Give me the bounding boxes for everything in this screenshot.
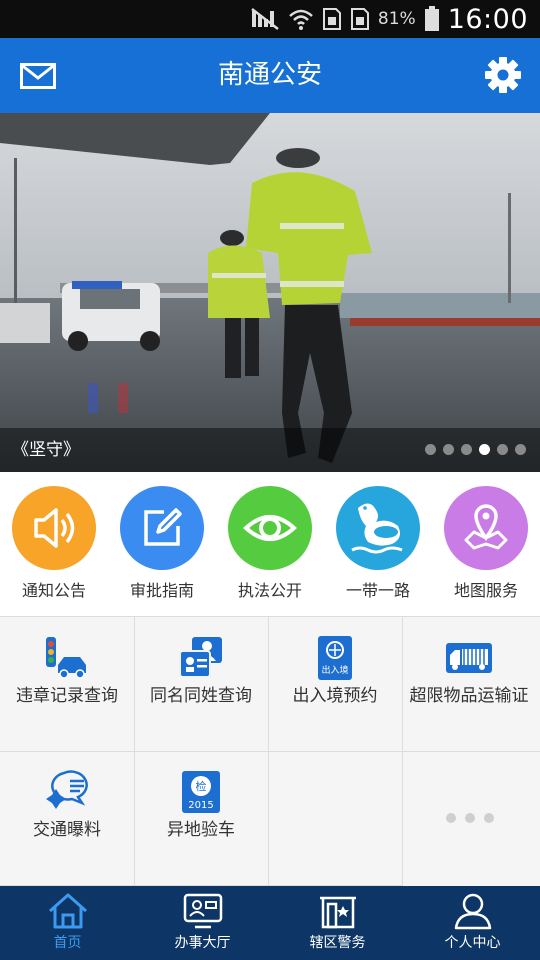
service-label: 异地验车 xyxy=(167,820,235,840)
passport-icon: 出入境 xyxy=(318,636,352,680)
status-icons: 81% 16:00 xyxy=(250,0,528,38)
quick-service-approval-guide[interactable]: 审批指南 xyxy=(108,472,216,616)
sim-card-icon xyxy=(322,8,341,30)
quick-services: 通知公告 审批指南 执法公开 一带一路 地图服务 xyxy=(0,472,540,616)
tab-label: 办事大厅 xyxy=(174,935,231,951)
service-remote-vehicle-inspection[interactable]: 检 2015 异地验车 xyxy=(134,751,269,886)
banner-caption: 《坚守》 xyxy=(12,440,80,460)
wifi-icon xyxy=(289,9,313,30)
service-same-name-query[interactable]: 同名同姓查询 xyxy=(134,617,269,752)
clock: 16:00 xyxy=(447,3,528,35)
gear-icon[interactable] xyxy=(484,56,522,94)
traffic-car-icon xyxy=(46,637,86,679)
status-bar: 81% 16:00 xyxy=(0,0,540,38)
service-oversize-transport-permit[interactable]: 超限物品运输证 xyxy=(402,617,540,752)
carousel-dot[interactable] xyxy=(497,444,508,455)
quick-service-icon-bg xyxy=(12,486,96,570)
inspection-badge-text: 检 xyxy=(196,779,207,793)
edit-icon xyxy=(144,508,182,546)
truck-icon xyxy=(446,643,492,673)
quick-service-label: 执法公开 xyxy=(237,581,302,600)
inspection-year-text: 2015 xyxy=(188,800,213,811)
banner-photo xyxy=(0,113,540,472)
quick-service-enforcement-disclosure[interactable]: 执法公开 xyxy=(216,472,324,616)
quick-service-icon-bg xyxy=(336,486,420,570)
eye-icon xyxy=(243,515,297,541)
passport-badge-text: 出入境 xyxy=(321,664,348,676)
map-pin-icon xyxy=(464,504,508,550)
banner-carousel[interactable] xyxy=(0,113,540,472)
bottom-tab-bar: 首页 办事大厅 辖区警务 个人中心 xyxy=(0,886,540,960)
battery-icon xyxy=(424,6,439,31)
more-dots-icon[interactable] xyxy=(446,813,494,823)
badge-chat-icon xyxy=(46,770,88,809)
tab-label: 个人中心 xyxy=(444,935,501,951)
service-exit-entry-appointment[interactable]: 出入境 出入境预约 xyxy=(268,617,403,752)
sim-card-icon xyxy=(350,8,369,30)
home-icon xyxy=(49,893,87,929)
service-label: 交通曝料 xyxy=(33,820,101,840)
inspection-2015-icon: 检 2015 xyxy=(182,771,220,813)
battery-percentage: 81% xyxy=(377,9,416,29)
service-label: 超限物品运输证 xyxy=(409,686,529,706)
service-label: 违章记录查询 xyxy=(16,686,118,706)
tab-service-hall[interactable]: 办事大厅 xyxy=(135,886,270,960)
service-traffic-report[interactable]: 交通曝料 xyxy=(0,751,135,886)
app-bar: 南通公安 xyxy=(0,38,540,113)
mute-icon xyxy=(251,8,279,30)
tab-label: 首页 xyxy=(53,935,82,951)
quick-service-belt-and-road[interactable]: 一带一路 xyxy=(324,472,432,616)
mail-icon[interactable] xyxy=(20,60,56,92)
carousel-dot[interactable] xyxy=(443,444,454,455)
carousel-dot[interactable] xyxy=(461,444,472,455)
banner-page-indicator xyxy=(425,444,526,455)
quick-service-icon-bg xyxy=(444,486,528,570)
empty-grid-cell xyxy=(268,751,403,886)
quick-service-map[interactable]: 地图服务 xyxy=(432,472,540,616)
id-card-icon xyxy=(179,637,222,678)
speaker-icon xyxy=(34,508,75,548)
obor-logo-icon xyxy=(351,503,403,554)
banner-caption-bar: 《坚守》 xyxy=(0,428,540,472)
quick-service-label: 通知公告 xyxy=(21,581,86,600)
quick-service-notice[interactable]: 通知公告 xyxy=(0,472,108,616)
police-station-icon xyxy=(320,896,356,929)
quick-service-icon-bg xyxy=(228,486,312,570)
carousel-dot[interactable] xyxy=(515,444,526,455)
tab-district-policing[interactable]: 辖区警务 xyxy=(270,886,405,960)
user-icon xyxy=(454,893,492,930)
tab-personal-center[interactable]: 个人中心 xyxy=(405,886,540,960)
quick-service-icon-bg xyxy=(120,486,204,570)
service-violation-query[interactable]: 违章记录查询 xyxy=(0,617,135,752)
service-grid: 违章记录查询 同名同姓查询 出入境 出入境预约 超限物品运输证 交通曝料 检 2… xyxy=(0,616,540,887)
service-label: 同名同姓查询 xyxy=(150,686,252,706)
page-title: 南通公安 xyxy=(217,60,322,90)
carousel-dot[interactable] xyxy=(425,444,436,455)
tab-label: 辖区警务 xyxy=(309,935,366,951)
carousel-dot[interactable] xyxy=(479,444,490,455)
quick-service-label: 一带一路 xyxy=(345,581,410,600)
service-label: 出入境预约 xyxy=(292,686,378,706)
quick-service-label: 审批指南 xyxy=(129,581,194,600)
quick-service-label: 地图服务 xyxy=(453,581,518,600)
service-hall-icon xyxy=(183,893,223,929)
tab-home[interactable]: 首页 xyxy=(0,886,135,960)
